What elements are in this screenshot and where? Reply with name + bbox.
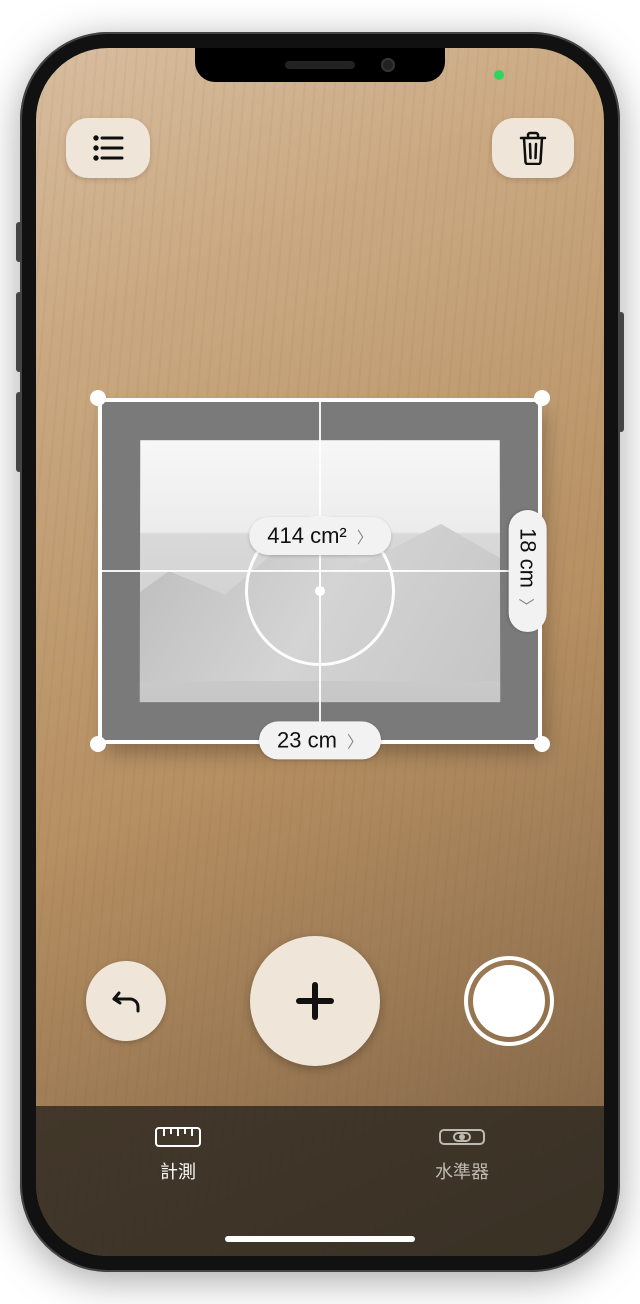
add-point-button[interactable] [250,936,380,1066]
width-value: 23 cm [277,727,337,753]
volume-down-button [16,392,22,472]
chevron-right-icon: 〉 [347,728,363,752]
measurements-list-button[interactable] [66,118,150,178]
tab-level-label: 水準器 [435,1158,489,1184]
undo-icon [108,983,144,1019]
bottom-controls [36,936,604,1066]
plus-icon [291,977,339,1025]
volume-up-button [16,292,22,372]
area-value: 414 cm² [267,523,346,549]
tab-bar: 計測 水準器 [36,1106,604,1256]
list-icon [92,134,124,162]
landscape-photo [140,440,501,702]
area-label[interactable]: 414 cm² 〉 [249,517,391,555]
framed-picture [100,400,541,742]
width-label[interactable]: 23 cm 〉 [259,721,381,759]
ruler-icon [154,1126,202,1148]
front-camera [381,58,395,72]
top-toolbar [66,118,574,178]
power-button [618,312,624,432]
level-icon [438,1126,486,1148]
measured-object: 414 cm² 〉 23 cm 〉 18 cm 〉 [86,386,554,756]
speaker-grille [285,61,355,69]
tab-measure-label: 計測 [160,1158,196,1184]
chevron-right-icon: 〉 [516,598,540,614]
phone-frame: 414 cm² 〉 23 cm 〉 18 cm 〉 [20,32,620,1272]
delete-button[interactable] [492,118,574,178]
trash-icon [518,131,548,165]
chevron-right-icon: 〉 [357,524,373,548]
height-label[interactable]: 18 cm 〉 [509,510,547,632]
picture-image [140,440,501,702]
screen: 414 cm² 〉 23 cm 〉 18 cm 〉 [36,48,604,1256]
notch [195,48,445,82]
mute-switch [16,222,22,262]
capture-button[interactable] [464,956,554,1046]
shutter-icon [473,965,545,1037]
home-indicator[interactable] [225,1236,415,1242]
camera-active-indicator [494,70,504,80]
height-value: 18 cm [515,528,541,588]
undo-button[interactable] [86,961,166,1041]
